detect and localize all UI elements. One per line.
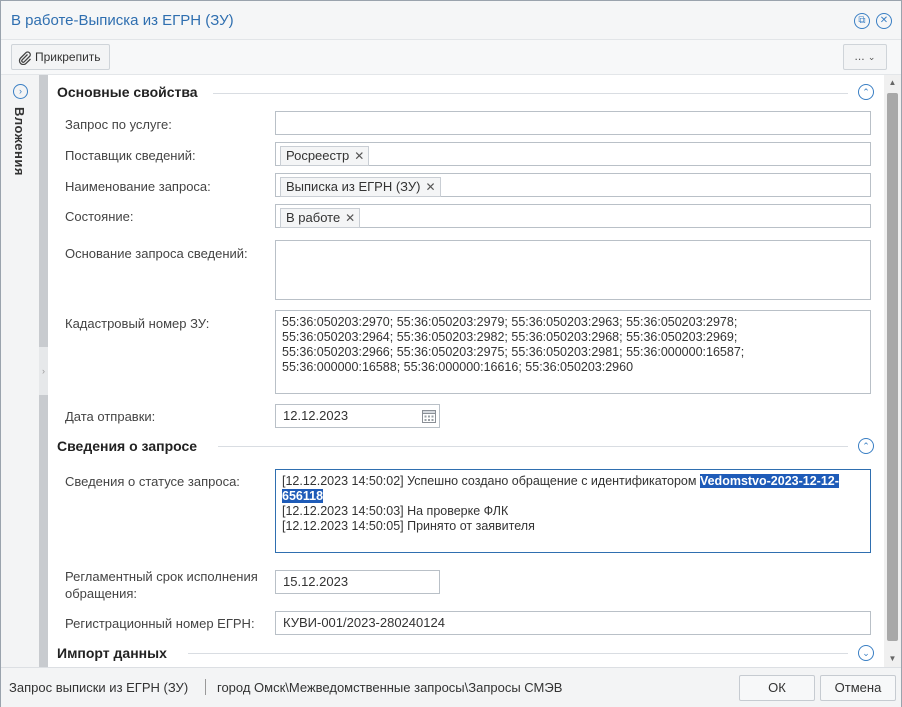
collapse-main-icon[interactable]: ⌃ [858,84,874,100]
deadline-field[interactable]: 15.12.2023 [275,570,440,594]
status-line-3: [12.12.2023 14:50:05] Принято от заявите… [282,519,535,533]
window-settings-icon[interactable]: ⧉ [854,13,870,29]
cadastral-line: 55:36:000000:16588; 55:36:000000:16616; … [282,360,634,374]
provider-field[interactable]: Росреестр ✕ [275,142,871,166]
calendar-icon[interactable] [421,408,437,424]
status-line-1-text: [12.12.2023 14:50:02] Успешно создано об… [282,474,700,488]
request-name-field[interactable]: Выписка из ЕГРН (ЗУ) ✕ [275,173,871,197]
panel-splitter[interactable]: › [39,75,48,667]
remove-chip-icon[interactable]: ✕ [354,149,364,163]
attachments-tab-label: Вложения [12,107,27,176]
cadastral-line: 55:36:050203:2964; 55:36:050203:2982; 55… [282,330,738,344]
cadastral-line: 55:36:050203:2966; 55:36:050203:2975; 55… [282,345,745,359]
status-info-textarea[interactable]: [12.12.2023 14:50:02] Успешно создано об… [275,469,871,553]
chevron-down-icon: ⌄ [867,52,876,62]
status-line-1: [12.12.2023 14:50:02] Успешно создано об… [282,474,864,489]
cancel-button[interactable]: Отмена [820,675,896,701]
reg-number-value: КУВИ-001/2023-280240124 [283,615,445,630]
send-date-value: 12.12.2023 [283,408,349,423]
state-label: Состояние: [65,209,134,224]
service-request-label: Запрос по услуге: [65,117,172,132]
attach-button-label: Прикрепить [35,50,101,64]
deadline-label-line2: обращения: [65,586,138,601]
basis-textarea[interactable] [275,240,871,300]
request-name-label: Наименование запроса: [65,179,211,194]
section-divider [213,93,848,94]
provider-chip-text: Росреестр [286,148,350,163]
footer-separator [205,679,206,695]
title-bar: В работе-Выписка из ЕГРН (ЗУ) ⧉ ✕ [1,1,901,40]
more-actions-label: ... [854,49,865,63]
scroll-down-icon[interactable]: ▼ [884,651,901,667]
window-title: В работе-Выписка из ЕГРН (ЗУ) [11,12,234,29]
basis-label: Основание запроса сведений: [65,246,248,261]
cadastral-label: Кадастровый номер ЗУ: [65,316,210,331]
collapse-request-icon[interactable]: ⌃ [858,438,874,454]
toolbar: Прикрепить ... ⌄ [1,40,901,75]
section-divider [218,446,848,447]
dialog-window: В работе-Выписка из ЕГРН (ЗУ) ⧉ ✕ Прикре… [0,0,902,707]
section-title-main: Основные свойства [57,84,198,100]
deadline-label-line1: Регламентный срок исполнения [65,569,258,584]
form-content: Основные свойства ⌃ Запрос по услуге: По… [48,75,884,667]
cadastral-textarea[interactable]: 55:36:050203:2970; 55:36:050203:2979; 55… [275,310,871,394]
service-request-field[interactable] [275,111,871,135]
deadline-label: Регламентный срок исполнения обращения: [65,568,258,602]
status-line-1-cont: 656118 [282,489,864,504]
remove-chip-icon[interactable]: ✕ [425,180,435,194]
provider-chip: Росреестр ✕ [280,146,370,166]
provider-label: Поставщик сведений: [65,148,196,163]
request-name-chip: Выписка из ЕГРН (ЗУ) ✕ [280,177,441,197]
footer-bar: Запрос выписки из ЕГРН (ЗУ) город Омск\М… [1,667,901,707]
section-title-import: Импорт данных [57,645,167,661]
vertical-scrollbar[interactable]: ▲ ▼ [884,75,901,667]
expand-import-icon[interactable]: ⌄ [858,645,874,661]
more-actions-button[interactable]: ... ⌄ [843,44,887,70]
close-icon[interactable]: ✕ [876,13,892,29]
paperclip-icon [18,51,31,65]
send-date-field[interactable]: 12.12.2023 [275,404,440,428]
deadline-value: 15.12.2023 [283,574,349,589]
status-line-2: [12.12.2023 14:50:03] На проверке ФЛК [282,504,509,518]
section-divider [188,653,848,654]
attach-button[interactable]: Прикрепить [11,44,110,70]
scroll-up-icon[interactable]: ▲ [884,75,901,91]
section-title-request: Сведения о запросе [57,438,198,454]
footer-path: город Омск\Межведомственные запросы\Запр… [217,680,563,695]
cadastral-line: 55:36:050203:2970; 55:36:050203:2979; 55… [282,315,738,329]
state-chip-text: В работе [286,210,341,225]
remove-chip-icon[interactable]: ✕ [345,211,355,225]
footer-object-type: Запрос выписки из ЕГРН (ЗУ) [9,680,189,695]
ok-button[interactable]: ОК [739,675,815,701]
expand-right-icon[interactable]: › [13,84,28,99]
attachments-side-tab[interactable]: › Вложения [1,75,40,667]
request-id-highlight-cont: 656118 [282,489,324,503]
scrollbar-thumb[interactable] [887,93,898,641]
state-field[interactable]: В работе ✕ [275,204,871,228]
splitter-handle[interactable]: › [39,347,48,395]
reg-number-label: Регистрационный номер ЕГРН: [65,616,255,631]
status-info-label: Сведения о статусе запроса: [65,474,240,489]
state-chip: В работе ✕ [280,208,361,228]
reg-number-field[interactable]: КУВИ-001/2023-280240124 [275,611,871,635]
request-name-chip-text: Выписка из ЕГРН (ЗУ) [286,179,421,194]
request-id-highlight: Vedomstvo-2023-12-12- [699,474,839,488]
send-date-label: Дата отправки: [65,409,156,424]
